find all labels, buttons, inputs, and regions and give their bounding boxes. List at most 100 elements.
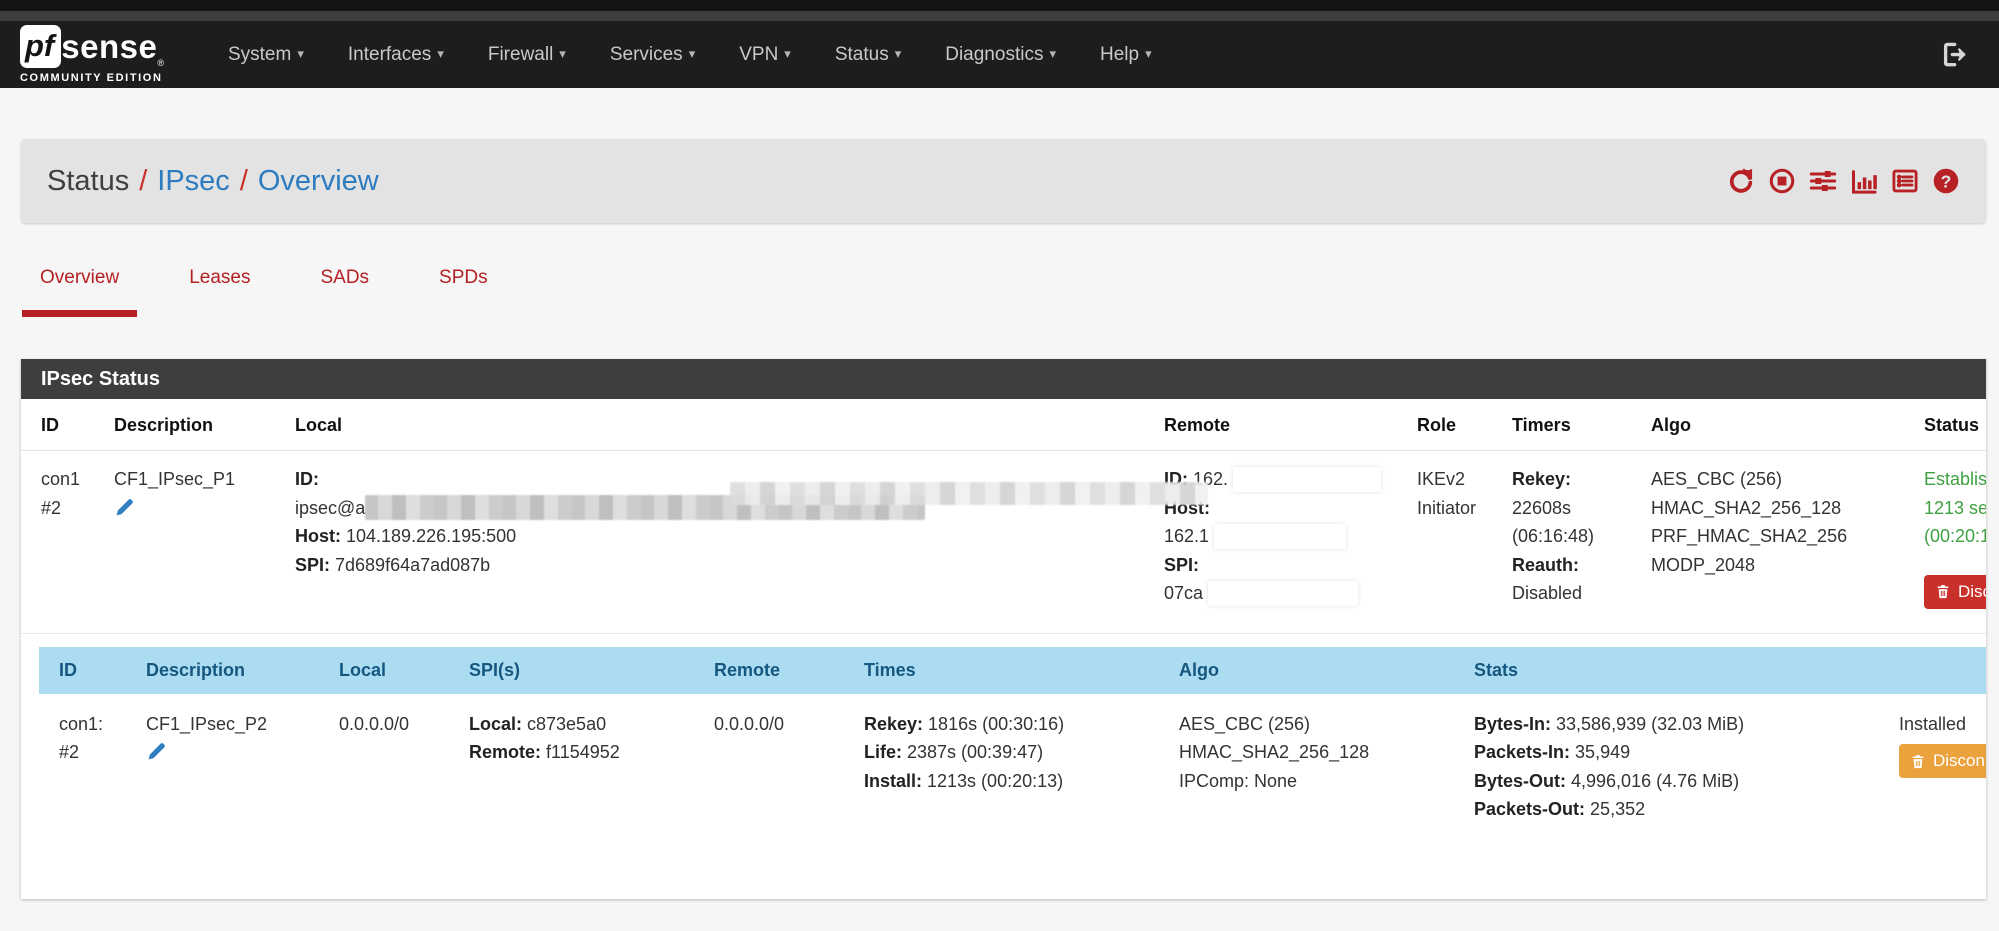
cell-description: CF1_IPsec_P1 — [104, 451, 285, 634]
col-header-remote: Remote — [704, 647, 854, 694]
redacted-text — [1214, 524, 1346, 549]
edit-icon[interactable] — [146, 741, 167, 771]
table-row: con1: #2 CF1_IPsec_P2 0.0.0.0/0 Local: c… — [39, 694, 1986, 864]
trash-icon — [1935, 583, 1951, 600]
cell-id: con1 #2 — [21, 451, 104, 634]
cell-local: ID: ipsec@a Host: 104.189.226.195:500 SP… — [285, 451, 1154, 634]
col-header-status: Status — [1914, 399, 1986, 451]
cell-algo: AES_CBC (256) HMAC_SHA2_256_128 IPComp: … — [1169, 694, 1464, 864]
cell-description: CF1_IPsec_P2 — [136, 694, 329, 864]
cell-stats: Bytes-In: 33,586,939 (32.03 MiB) Packets… — [1464, 694, 1889, 864]
col-header-description: Description — [104, 399, 285, 451]
status-installed: Installed — [1899, 710, 1986, 739]
pfsense-logo[interactable]: pf sense ® COMMUNITY EDITION — [20, 25, 164, 84]
page-action-icons: ? — [1727, 167, 1960, 195]
col-header-id: ID — [21, 399, 104, 451]
chevron-down-icon: ▾ — [784, 46, 791, 61]
nav-item-interfaces[interactable]: Interfaces▾ — [326, 34, 466, 76]
breadcrumb-link-overview[interactable]: Overview — [258, 165, 379, 198]
col-header-algo: Algo — [1641, 399, 1914, 451]
ike-sa-table: ID Description Local Remote Role Timers … — [21, 399, 1986, 634]
col-header-timers: Timers — [1502, 399, 1641, 451]
cell-remote: ID: 162. Host: 162.1 SPI: 07ca — [1154, 451, 1407, 634]
breadcrumb-section: Status — [47, 165, 129, 198]
list-icon[interactable] — [1891, 167, 1919, 195]
col-header-spis: SPI(s) — [459, 647, 704, 694]
cell-local: 0.0.0.0/0 — [329, 694, 459, 864]
status-established: Established — [1924, 465, 1986, 494]
sliders-icon[interactable] — [1809, 167, 1837, 195]
disconnect-button[interactable]: Disconnect — [1899, 744, 1986, 778]
active-tab-underline — [22, 310, 137, 317]
ipsec-subnav-tabs: Overview Leases SADs SPDs — [22, 267, 1999, 317]
col-header-local: Local — [285, 399, 1154, 451]
col-header-id: ID — [39, 647, 136, 694]
panel-title: IPsec Status — [21, 359, 1986, 399]
window-top-divider — [0, 11, 1999, 21]
col-header-stats: Stats — [1464, 647, 1889, 694]
cell-id: con1: #2 — [39, 694, 136, 864]
disconnect-button[interactable]: Disconnect — [1924, 575, 1986, 609]
table-row: con1 #2 CF1_IPsec_P1 ID: ipsec@a Host: 1… — [21, 451, 1986, 634]
col-header-status-blank — [1889, 647, 1986, 694]
chevron-down-icon: ▾ — [297, 46, 304, 61]
logo-sense-text: sense — [61, 30, 157, 63]
window-top-strip — [0, 0, 1999, 11]
chevron-down-icon: ▾ — [1145, 46, 1152, 61]
cell-algo: AES_CBC (256) HMAC_SHA2_256_128 PRF_HMAC… — [1641, 451, 1914, 634]
cell-remote: 0.0.0.0/0 — [704, 694, 854, 864]
nav-menu: System▾ Interfaces▾ Firewall▾ Services▾ … — [206, 34, 1174, 76]
col-header-algo: Algo — [1169, 647, 1464, 694]
tab-overview[interactable]: Overview — [22, 267, 137, 317]
tab-leases[interactable]: Leases — [171, 267, 268, 317]
logo-tagline: COMMUNITY EDITION — [20, 72, 164, 84]
col-header-description: Description — [136, 647, 329, 694]
chevron-down-icon: ▾ — [437, 46, 444, 61]
col-header-times: Times — [854, 647, 1169, 694]
logo-pf-box: pf — [20, 25, 61, 68]
logo-registered-mark: ® — [157, 58, 164, 68]
breadcrumb-bar: Status / IPsec / Overview — [21, 139, 1986, 223]
child-sa-table: ID Description Local SPI(s) Remote Times… — [39, 647, 1986, 864]
cell-role: IKEv2 Initiator — [1407, 451, 1502, 634]
trash-icon — [1910, 753, 1926, 770]
chevron-down-icon: ▾ — [689, 46, 696, 61]
nav-item-vpn[interactable]: VPN▾ — [717, 34, 813, 76]
tab-spds[interactable]: SPDs — [421, 267, 506, 317]
nav-item-help[interactable]: Help▾ — [1078, 34, 1174, 76]
child-sa-section: ID Description Local SPI(s) Remote Times… — [39, 647, 1986, 864]
redacted-text — [730, 482, 1208, 505]
cell-status: Established 1213 seconds (00:20:13) Disc… — [1914, 451, 1986, 634]
cell-times: Rekey: 1816s (00:30:16) Life: 2387s (00:… — [854, 694, 1169, 864]
nav-item-firewall[interactable]: Firewall▾ — [466, 34, 588, 76]
svg-text:?: ? — [1941, 171, 1952, 191]
col-header-remote: Remote — [1154, 399, 1407, 451]
tab-sads[interactable]: SADs — [302, 267, 387, 317]
chevron-down-icon: ▾ — [559, 46, 566, 61]
breadcrumb-link-ipsec[interactable]: IPsec — [157, 165, 230, 198]
nav-item-services[interactable]: Services▾ — [588, 34, 717, 76]
ipsec-status-panel: IPsec Status ID Description Local Remote… — [21, 359, 1986, 899]
edit-icon[interactable] — [114, 497, 135, 527]
sign-out-icon[interactable] — [1940, 41, 1967, 68]
ike-table-header-row: ID Description Local Remote Role Timers … — [21, 399, 1986, 451]
col-header-role: Role — [1407, 399, 1502, 451]
nav-item-system[interactable]: System▾ — [206, 34, 326, 76]
bar-chart-icon[interactable] — [1850, 167, 1878, 195]
breadcrumb-separator: / — [139, 165, 147, 198]
redacted-text — [1208, 581, 1358, 606]
cell-status: Installed Disconnect — [1889, 694, 1986, 864]
nav-item-status[interactable]: Status▾ — [813, 34, 923, 76]
redacted-text — [1233, 467, 1381, 492]
breadcrumb-separator: / — [240, 165, 248, 198]
help-icon[interactable]: ? — [1932, 167, 1960, 195]
top-navbar: pf sense ® COMMUNITY EDITION System▾ Int… — [0, 21, 1999, 88]
stop-icon[interactable] — [1768, 167, 1796, 195]
refresh-icon[interactable] — [1727, 167, 1755, 195]
breadcrumb: Status / IPsec / Overview — [47, 165, 379, 198]
nav-item-diagnostics[interactable]: Diagnostics▾ — [923, 34, 1078, 76]
child-sa-header-row: ID Description Local SPI(s) Remote Times… — [39, 647, 1986, 694]
cell-spis: Local: c873e5a0 Remote: f1154952 — [459, 694, 704, 864]
col-header-local: Local — [329, 647, 459, 694]
chevron-down-icon: ▾ — [1049, 46, 1056, 61]
